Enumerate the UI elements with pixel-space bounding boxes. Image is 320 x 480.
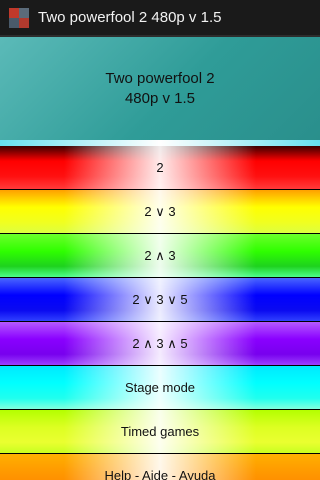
header-title-line2: 480p v 1.5 [124,89,196,107]
menu-item-label: Timed games [120,424,200,439]
menu-item-2-or-3-or-5[interactable]: 2 ∨ 3 ∨ 5 [0,278,320,321]
header-title-line1: Two powerfool 2 [105,69,215,87]
title-bar: Two powerfool 2 480p v 1.5 [0,0,320,37]
menu-item-label: Help - Aide - Ayuda [104,468,216,480]
menu-item-2-or-3[interactable]: 2 ∨ 3 [0,190,320,233]
menu-item-2-and-3[interactable]: 2 ∧ 3 [0,234,320,277]
menu-item-label: 2 ∧ 3 ∧ 5 [132,335,188,351]
menu-item-label: 2 ∧ 3 [144,247,176,263]
menu-item-label: Stage mode [124,380,196,395]
menu-item-2[interactable]: 2 [0,146,320,189]
menu-item-label: 2 ∨ 3 ∨ 5 [132,291,188,307]
menu-item-stage-mode[interactable]: Stage mode [0,366,320,409]
app-screen: Two powerfool 2 480p v 1.5 Two powerfool… [0,0,320,480]
main-menu: 2 2 ∨ 3 2 ∧ 3 2 ∨ 3 ∨ 5 2 ∧ 3 ∧ 5 Stage … [0,146,320,480]
app-logo-icon [9,7,29,28]
menu-item-label: 2 ∨ 3 [144,203,176,219]
app-title: Two powerfool 2 480p v 1.5 [38,9,222,26]
header-banner: Two powerfool 2 480p v 1.5 [0,37,320,140]
menu-item-label: 2 [156,160,164,175]
menu-item-timed-games[interactable]: Timed games [0,410,320,453]
menu-item-2-and-3-and-5[interactable]: 2 ∧ 3 ∧ 5 [0,322,320,365]
menu-item-help[interactable]: Help - Aide - Ayuda [0,454,320,480]
